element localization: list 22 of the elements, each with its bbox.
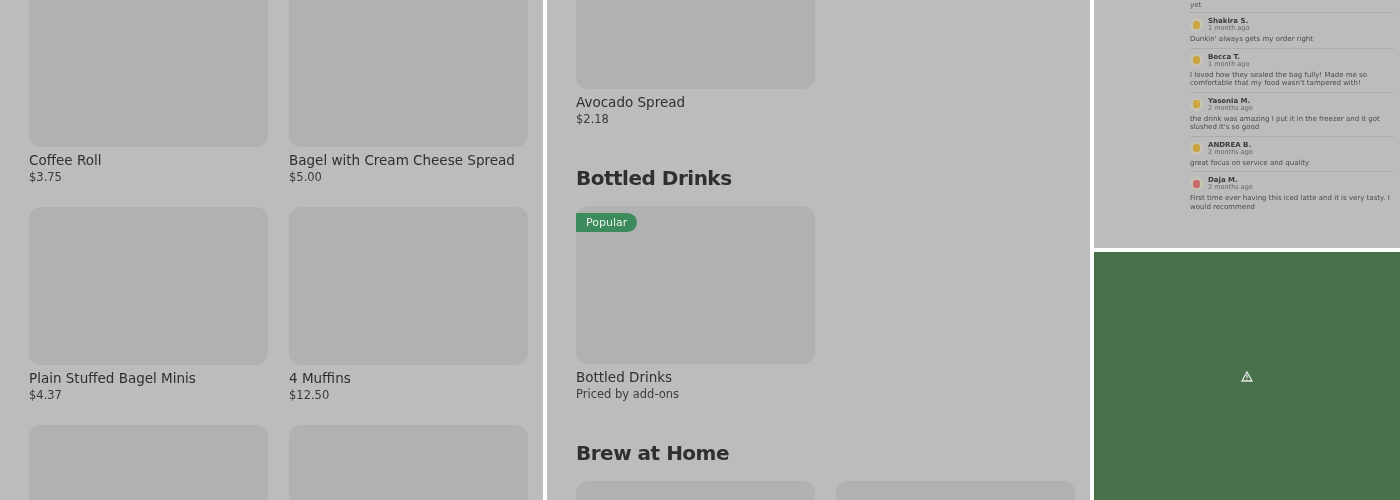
avatar-icon xyxy=(1190,18,1203,31)
avatar-icon xyxy=(1190,97,1203,111)
popular-badge: Popular xyxy=(576,213,638,232)
item-price: $2.18 xyxy=(576,111,610,128)
item-title: 4 Muffins xyxy=(289,370,352,387)
item-price: $4.37 xyxy=(29,387,63,404)
item-title: Coffee Roll xyxy=(29,152,103,169)
section-heading: Bottled Drinks xyxy=(576,166,733,190)
item-title: Avocado Spread xyxy=(576,94,687,111)
avatar-icon xyxy=(1190,141,1203,155)
section-heading: Brew at Home xyxy=(576,441,730,465)
item-image[interactable]: Popular xyxy=(576,206,815,364)
item-title: Plain Stuffed Bagel Minis xyxy=(29,370,197,387)
item-price: $12.50 xyxy=(289,387,331,404)
item-title: Bottled Drinks xyxy=(576,369,674,386)
avatar-icon xyxy=(1190,177,1203,190)
item-price: $5.00 xyxy=(289,169,323,186)
item-price: Priced by add-ons xyxy=(576,386,681,403)
warning-icon xyxy=(1241,370,1253,382)
avatar-icon xyxy=(1190,53,1203,67)
item-price: $3.75 xyxy=(29,169,63,186)
item-title: Bagel with Cream Cheese Spread xyxy=(289,152,516,169)
